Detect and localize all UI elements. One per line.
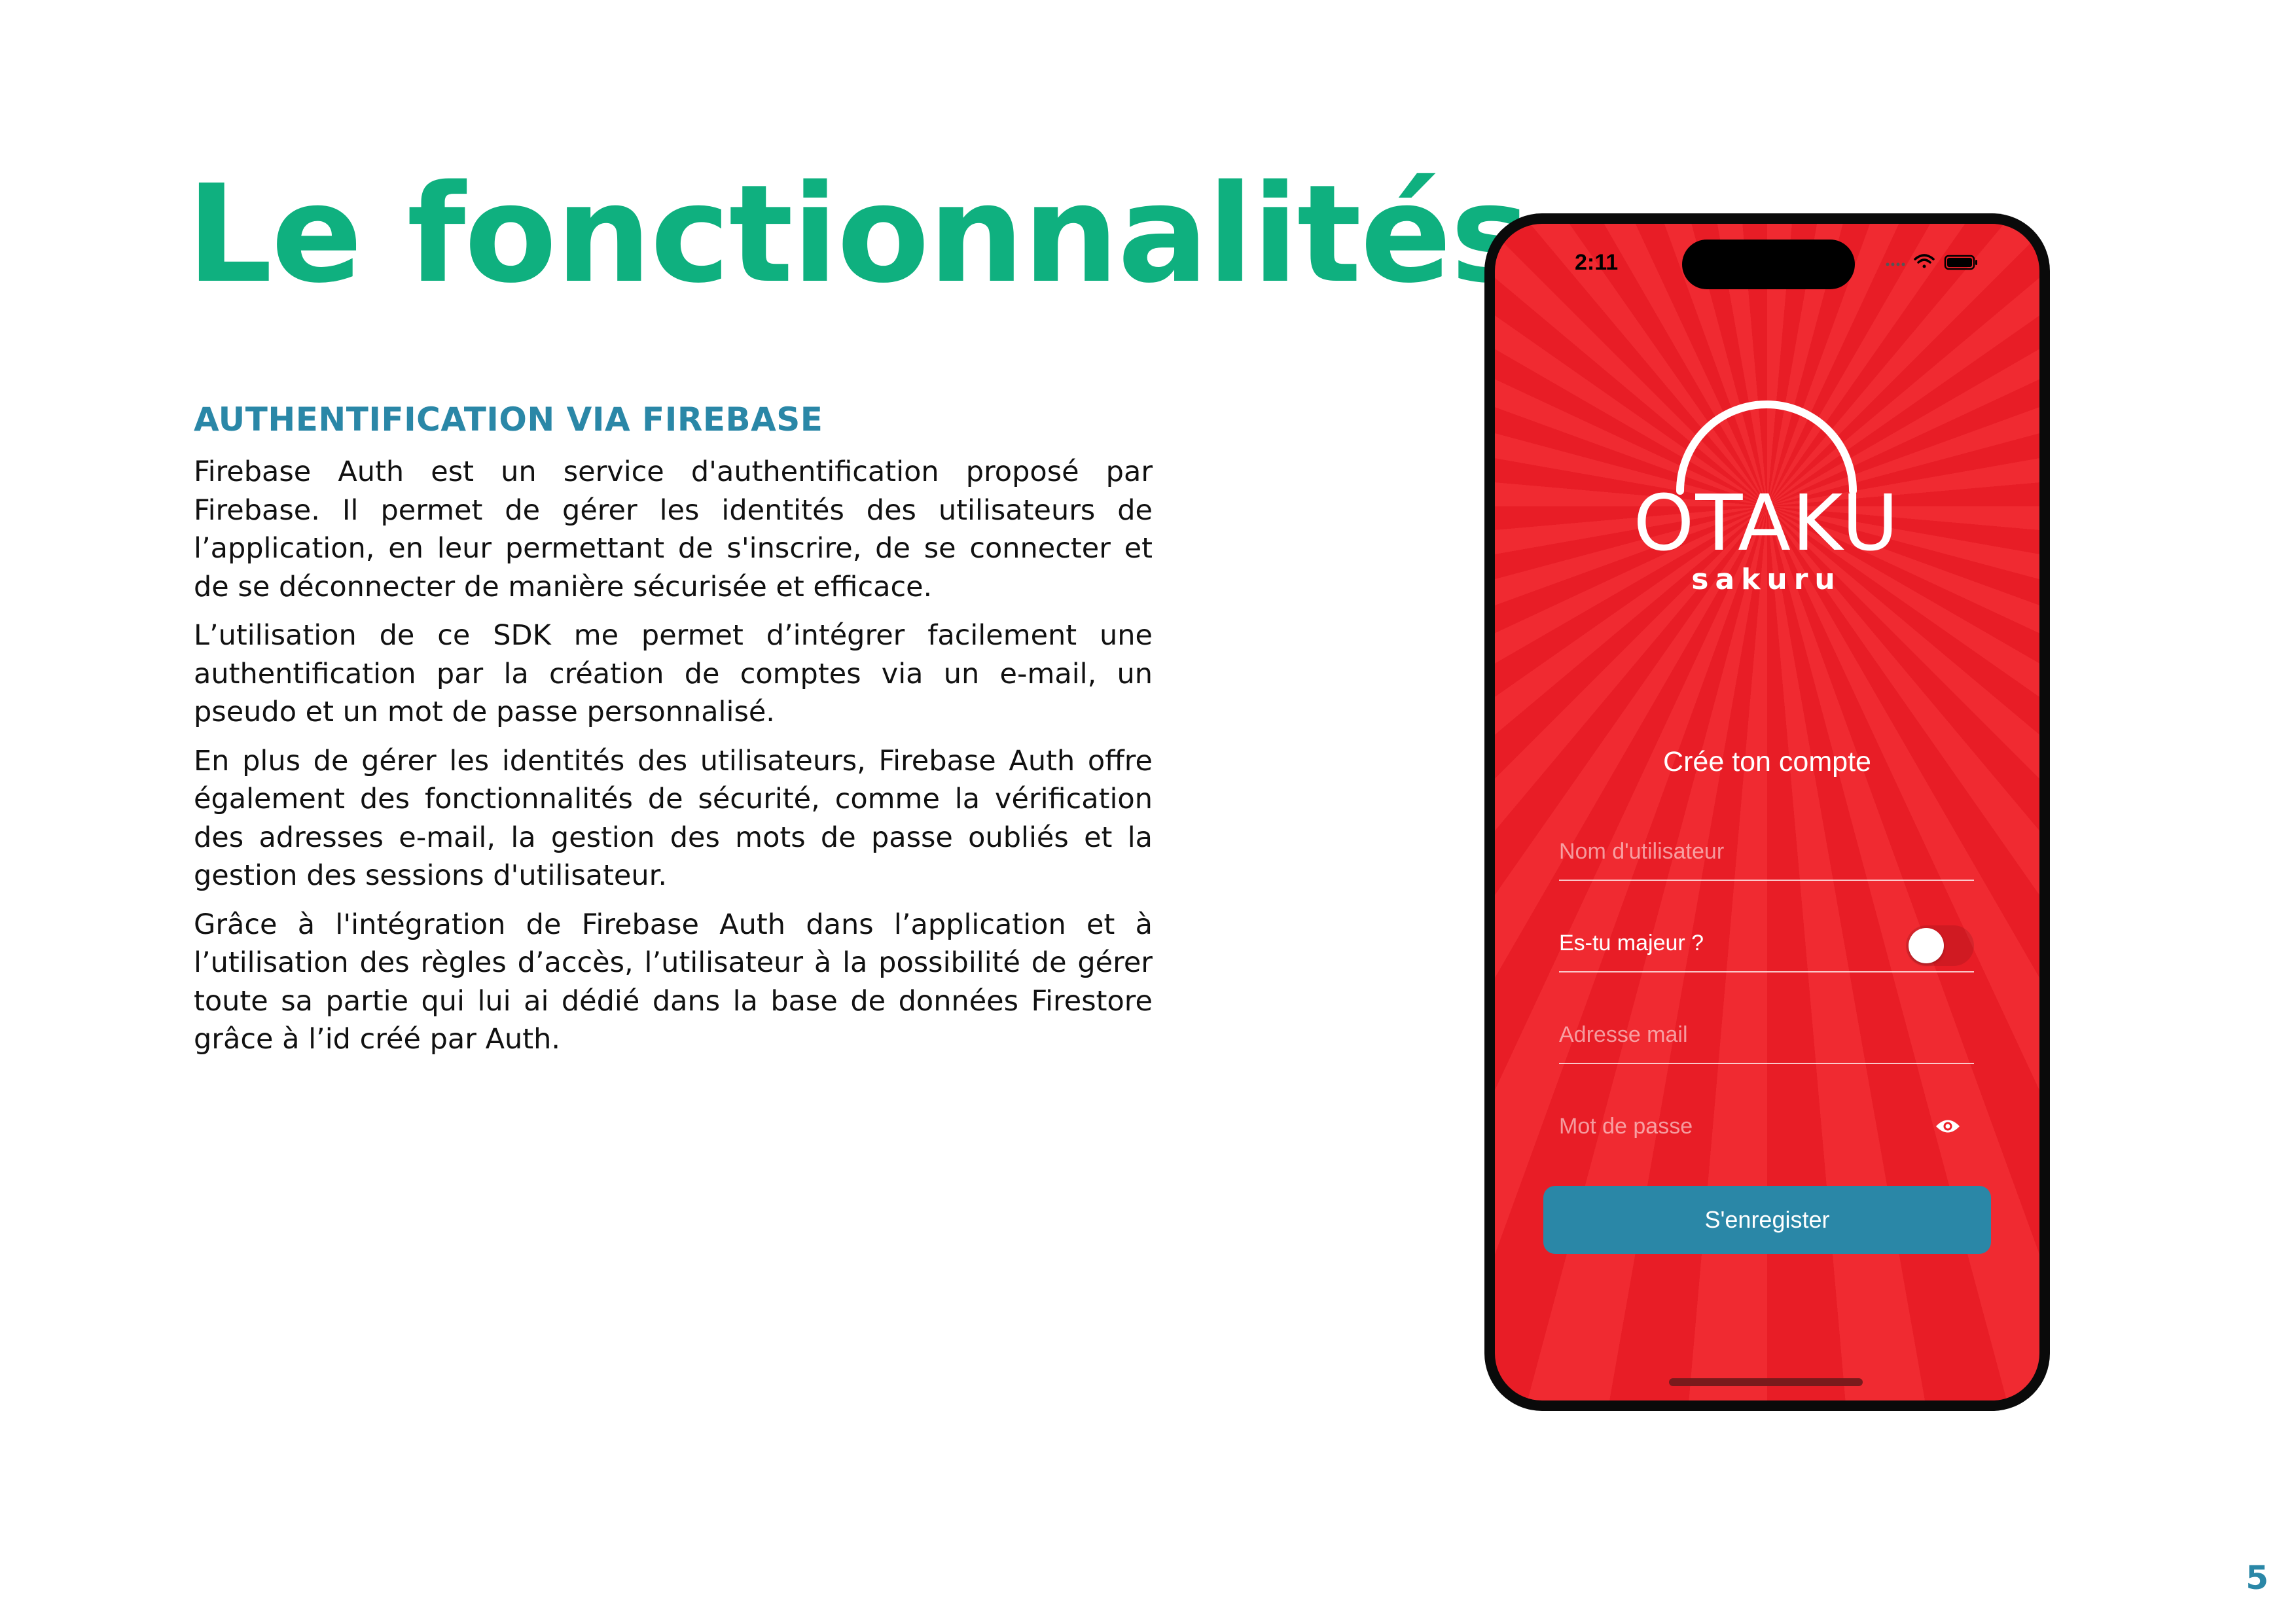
phone-screen: 2:11 OTAKU sakuru Crée ton compte Nom d'… bbox=[1495, 224, 2039, 1400]
adult-toggle[interactable] bbox=[1906, 925, 1974, 966]
username-placeholder: Nom d'utilisateur bbox=[1559, 839, 1725, 864]
phone-mockup: 2:11 OTAKU sakuru Crée ton compte Nom d'… bbox=[1484, 213, 2050, 1411]
status-icons bbox=[1886, 254, 1977, 270]
email-field[interactable]: Adresse mail bbox=[1559, 1005, 1974, 1064]
eye-icon[interactable] bbox=[1935, 1118, 1961, 1135]
email-placeholder: Adresse mail bbox=[1559, 1022, 1688, 1047]
body-text: Firebase Auth est un service d'authentif… bbox=[194, 453, 1153, 1069]
status-time: 2:11 bbox=[1575, 250, 1619, 275]
paragraph: Firebase Auth est un service d'authentif… bbox=[194, 455, 1153, 603]
paragraph: L’utilisation de ce SDK me permet d’inté… bbox=[194, 619, 1153, 728]
password-field[interactable]: Mot de passe bbox=[1559, 1097, 1974, 1154]
password-placeholder: Mot de passe bbox=[1559, 1114, 1693, 1139]
form-title: Crée ton compte bbox=[1663, 746, 1871, 777]
page-number: 5 bbox=[2246, 1559, 2269, 1597]
toggle-knob bbox=[1909, 928, 1944, 963]
register-button[interactable]: S'enregister bbox=[1543, 1186, 1991, 1254]
home-indicator bbox=[1669, 1378, 1863, 1386]
dynamic-island bbox=[1682, 240, 1855, 289]
page-title: Le fonctionnalités bbox=[187, 156, 1531, 313]
otaku-sakuru-logo: OTAKU sakuru bbox=[1636, 401, 1897, 596]
wifi-icon bbox=[1914, 254, 1935, 268]
svg-text:OTAKU: OTAKU bbox=[1636, 478, 1897, 568]
adult-label: Es-tu majeur ? bbox=[1559, 931, 1704, 955]
paragraph: Grâce à l'intégration de Firebase Auth d… bbox=[194, 908, 1153, 1056]
battery-icon bbox=[1944, 255, 1977, 270]
adult-toggle-row: Es-tu majeur ? bbox=[1559, 914, 1974, 972]
paragraph: En plus de gérer les identités des utili… bbox=[194, 744, 1153, 893]
username-field[interactable]: Nom d'utilisateur bbox=[1559, 822, 1974, 881]
svg-text:sakuru: sakuru bbox=[1691, 563, 1842, 596]
section-heading: AUTHENTIFICATION VIA FIREBASE bbox=[194, 401, 823, 438]
signal-dots-icon bbox=[1886, 262, 1905, 266]
